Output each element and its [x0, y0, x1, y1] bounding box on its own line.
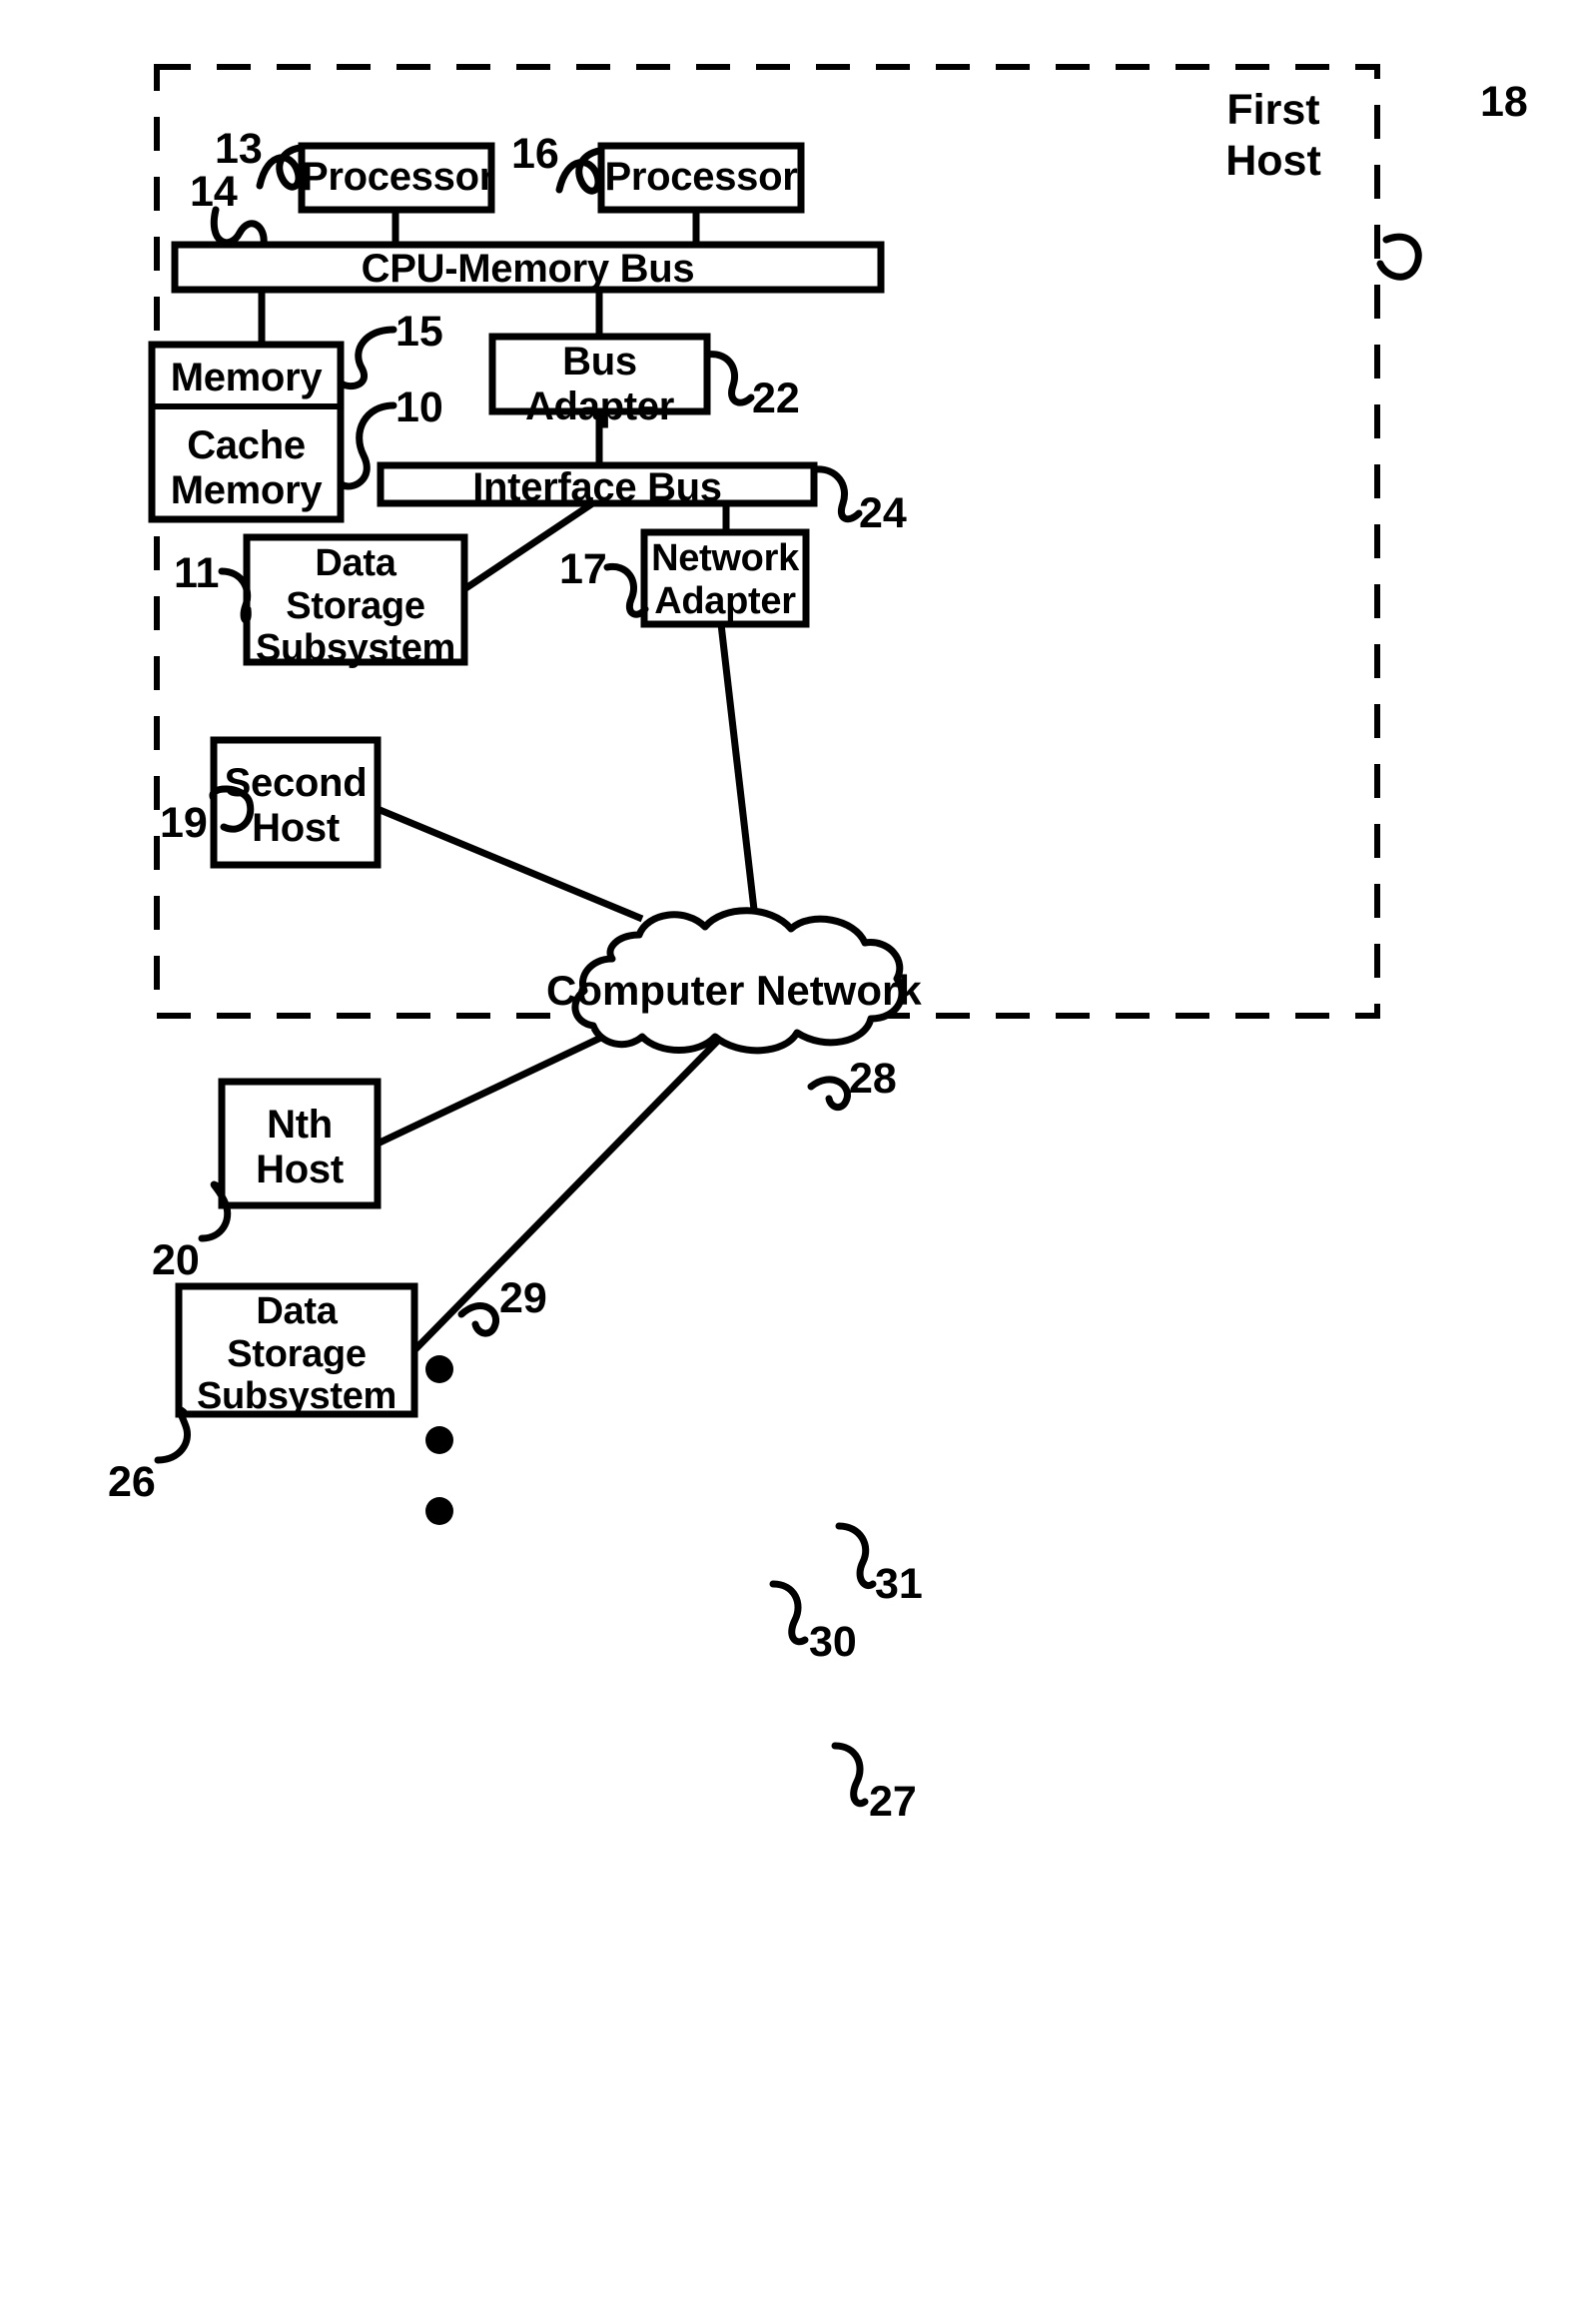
reference-29: 29: [499, 1274, 547, 1322]
data-storage-subsystem-label: Data Storage Subsystem: [255, 542, 456, 670]
network-adapter-label: Network Adapter: [651, 537, 799, 622]
leader-29: [457, 1302, 500, 1337]
reference-27: 27: [869, 1778, 917, 1826]
reference-18: 18: [1480, 78, 1528, 126]
leader-15: [338, 326, 397, 390]
reference-14: 14: [190, 168, 238, 216]
leader-18: [1376, 233, 1422, 281]
leader-24: [811, 465, 863, 523]
reference-30: 30: [809, 1618, 857, 1666]
leader-16: [555, 147, 605, 195]
memory-label: Memory: [170, 356, 323, 399]
ellipsis-dot: [425, 1497, 453, 1525]
reference-17: 17: [559, 545, 607, 593]
second-host-label: Second Host: [224, 761, 368, 850]
host-ellipsis: [425, 1355, 453, 1525]
leader-31: [835, 1522, 877, 1589]
reference-20: 20: [152, 1236, 200, 1284]
leader-13: [256, 144, 306, 191]
computer-network-label: Computer Network: [546, 967, 922, 1014]
reference-15: 15: [395, 308, 443, 356]
nth-host-label: Nth Host: [256, 1103, 344, 1191]
reference-10: 10: [395, 384, 443, 431]
reference-22: 22: [752, 375, 800, 422]
ellipsis-dot: [425, 1355, 453, 1383]
reference-26: 26: [108, 1458, 156, 1506]
connector-networkadapter-network: [717, 623, 760, 928]
interface-bus-label: Interface Bus: [472, 465, 722, 509]
reference-16: 16: [511, 130, 559, 178]
reference-24: 24: [859, 489, 907, 537]
leader-20: [198, 1180, 232, 1242]
leader-27: [831, 1742, 869, 1808]
reference-13: 13: [215, 125, 263, 173]
first-host-caption: First Host: [1225, 86, 1321, 185]
ellipsis-dot: [425, 1426, 453, 1454]
reference-31: 31: [875, 1560, 923, 1608]
connector-secondhost-network: [376, 805, 644, 923]
leader-22: [703, 351, 755, 406]
reference-19: 19: [160, 799, 208, 847]
processor-2-label: Processor: [604, 155, 798, 199]
leader-30: [769, 1580, 809, 1646]
leader-28: [807, 1076, 851, 1112]
reference-28: 28: [849, 1055, 897, 1103]
reference-11: 11: [174, 549, 220, 597]
data-storage-subsystem-remote-label: Data Storage Subsystem: [196, 1290, 397, 1418]
patent-figure: First Host Processor Processor CPU-Memor…: [0, 0, 1575, 2324]
connector-remotestorage-network: [411, 996, 762, 1353]
cpu-memory-bus-label: CPU-Memory Bus: [361, 247, 695, 291]
processor-1-label: Processor: [302, 155, 494, 199]
cache-memory-label: Cache Memory: [170, 423, 323, 512]
bus-adapter-label: Bus Adapter: [524, 340, 675, 428]
